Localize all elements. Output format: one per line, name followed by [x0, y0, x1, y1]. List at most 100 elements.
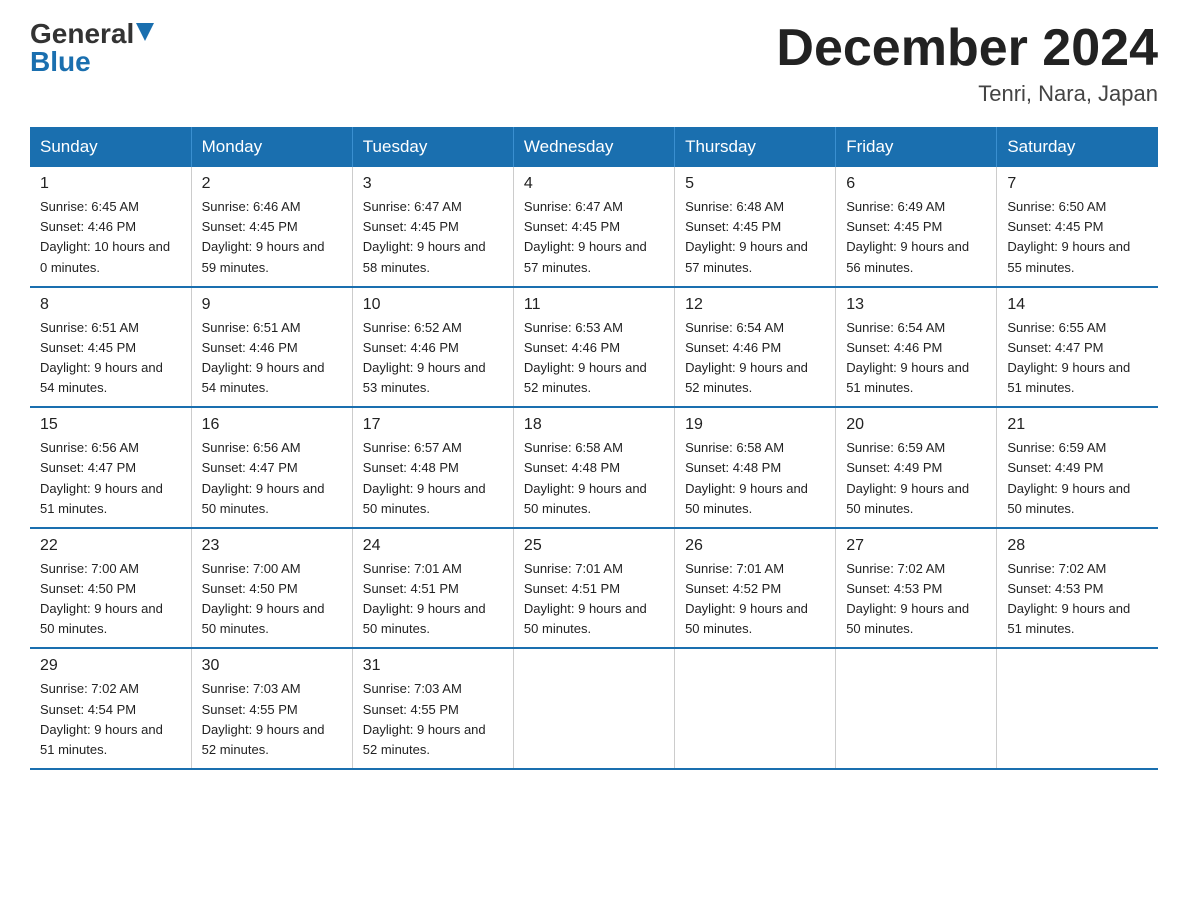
day-number: 21	[1007, 416, 1148, 434]
calendar-cell: 28 Sunrise: 7:02 AMSunset: 4:53 PMDaylig…	[997, 528, 1158, 649]
calendar-cell: 11 Sunrise: 6:53 AMSunset: 4:46 PMDaylig…	[513, 287, 674, 408]
calendar-table: Sunday Monday Tuesday Wednesday Thursday…	[30, 127, 1158, 770]
day-info: Sunrise: 6:56 AMSunset: 4:47 PMDaylight:…	[40, 438, 181, 519]
calendar-header-row: Sunday Monday Tuesday Wednesday Thursday…	[30, 127, 1158, 167]
calendar-week-row: 22 Sunrise: 7:00 AMSunset: 4:50 PMDaylig…	[30, 528, 1158, 649]
calendar-cell: 12 Sunrise: 6:54 AMSunset: 4:46 PMDaylig…	[675, 287, 836, 408]
day-number: 15	[40, 416, 181, 434]
day-info: Sunrise: 6:45 AMSunset: 4:46 PMDaylight:…	[40, 197, 181, 278]
calendar-cell: 29 Sunrise: 7:02 AMSunset: 4:54 PMDaylig…	[30, 648, 191, 769]
calendar-cell: 20 Sunrise: 6:59 AMSunset: 4:49 PMDaylig…	[836, 407, 997, 528]
col-thursday: Thursday	[675, 127, 836, 167]
day-info: Sunrise: 6:51 AMSunset: 4:45 PMDaylight:…	[40, 318, 181, 399]
day-number: 16	[202, 416, 342, 434]
calendar-cell: 7 Sunrise: 6:50 AMSunset: 4:45 PMDayligh…	[997, 167, 1158, 287]
day-info: Sunrise: 7:00 AMSunset: 4:50 PMDaylight:…	[202, 559, 342, 640]
col-friday: Friday	[836, 127, 997, 167]
day-number: 2	[202, 175, 342, 193]
day-info: Sunrise: 6:52 AMSunset: 4:46 PMDaylight:…	[363, 318, 503, 399]
calendar-cell: 31 Sunrise: 7:03 AMSunset: 4:55 PMDaylig…	[352, 648, 513, 769]
day-number: 6	[846, 175, 986, 193]
calendar-cell: 30 Sunrise: 7:03 AMSunset: 4:55 PMDaylig…	[191, 648, 352, 769]
col-sunday: Sunday	[30, 127, 191, 167]
day-info: Sunrise: 6:54 AMSunset: 4:46 PMDaylight:…	[685, 318, 825, 399]
day-info: Sunrise: 6:54 AMSunset: 4:46 PMDaylight:…	[846, 318, 986, 399]
day-number: 13	[846, 296, 986, 314]
calendar-cell: 24 Sunrise: 7:01 AMSunset: 4:51 PMDaylig…	[352, 528, 513, 649]
calendar-cell: 25 Sunrise: 7:01 AMSunset: 4:51 PMDaylig…	[513, 528, 674, 649]
day-info: Sunrise: 7:01 AMSunset: 4:51 PMDaylight:…	[363, 559, 503, 640]
day-number: 31	[363, 657, 503, 675]
day-number: 27	[846, 537, 986, 555]
day-info: Sunrise: 7:03 AMSunset: 4:55 PMDaylight:…	[363, 679, 503, 760]
logo-general-text: General	[30, 20, 134, 48]
calendar-cell: 23 Sunrise: 7:00 AMSunset: 4:50 PMDaylig…	[191, 528, 352, 649]
calendar-cell: 5 Sunrise: 6:48 AMSunset: 4:45 PMDayligh…	[675, 167, 836, 287]
day-number: 25	[524, 537, 664, 555]
day-info: Sunrise: 6:55 AMSunset: 4:47 PMDaylight:…	[1007, 318, 1148, 399]
day-info: Sunrise: 6:47 AMSunset: 4:45 PMDaylight:…	[524, 197, 664, 278]
calendar-week-row: 15 Sunrise: 6:56 AMSunset: 4:47 PMDaylig…	[30, 407, 1158, 528]
day-info: Sunrise: 6:57 AMSunset: 4:48 PMDaylight:…	[363, 438, 503, 519]
day-info: Sunrise: 7:03 AMSunset: 4:55 PMDaylight:…	[202, 679, 342, 760]
day-number: 1	[40, 175, 181, 193]
day-info: Sunrise: 6:58 AMSunset: 4:48 PMDaylight:…	[524, 438, 664, 519]
day-info: Sunrise: 6:59 AMSunset: 4:49 PMDaylight:…	[846, 438, 986, 519]
col-tuesday: Tuesday	[352, 127, 513, 167]
calendar-cell: 22 Sunrise: 7:00 AMSunset: 4:50 PMDaylig…	[30, 528, 191, 649]
calendar-cell: 6 Sunrise: 6:49 AMSunset: 4:45 PMDayligh…	[836, 167, 997, 287]
day-number: 17	[363, 416, 503, 434]
day-info: Sunrise: 6:46 AMSunset: 4:45 PMDaylight:…	[202, 197, 342, 278]
day-info: Sunrise: 7:02 AMSunset: 4:53 PMDaylight:…	[1007, 559, 1148, 640]
day-info: Sunrise: 6:51 AMSunset: 4:46 PMDaylight:…	[202, 318, 342, 399]
day-number: 11	[524, 296, 664, 314]
day-info: Sunrise: 7:00 AMSunset: 4:50 PMDaylight:…	[40, 559, 181, 640]
calendar-cell: 21 Sunrise: 6:59 AMSunset: 4:49 PMDaylig…	[997, 407, 1158, 528]
calendar-cell: 19 Sunrise: 6:58 AMSunset: 4:48 PMDaylig…	[675, 407, 836, 528]
day-info: Sunrise: 6:56 AMSunset: 4:47 PMDaylight:…	[202, 438, 342, 519]
day-info: Sunrise: 7:01 AMSunset: 4:52 PMDaylight:…	[685, 559, 825, 640]
day-info: Sunrise: 6:49 AMSunset: 4:45 PMDaylight:…	[846, 197, 986, 278]
day-info: Sunrise: 6:47 AMSunset: 4:45 PMDaylight:…	[363, 197, 503, 278]
calendar-cell: 18 Sunrise: 6:58 AMSunset: 4:48 PMDaylig…	[513, 407, 674, 528]
day-info: Sunrise: 7:01 AMSunset: 4:51 PMDaylight:…	[524, 559, 664, 640]
day-number: 12	[685, 296, 825, 314]
day-info: Sunrise: 6:48 AMSunset: 4:45 PMDaylight:…	[685, 197, 825, 278]
calendar-cell	[675, 648, 836, 769]
calendar-cell: 9 Sunrise: 6:51 AMSunset: 4:46 PMDayligh…	[191, 287, 352, 408]
day-number: 19	[685, 416, 825, 434]
day-info: Sunrise: 6:53 AMSunset: 4:46 PMDaylight:…	[524, 318, 664, 399]
location-text: Tenri, Nara, Japan	[776, 81, 1158, 107]
calendar-cell: 10 Sunrise: 6:52 AMSunset: 4:46 PMDaylig…	[352, 287, 513, 408]
calendar-cell: 8 Sunrise: 6:51 AMSunset: 4:45 PMDayligh…	[30, 287, 191, 408]
day-number: 28	[1007, 537, 1148, 555]
day-number: 20	[846, 416, 986, 434]
logo-blue-text: Blue	[30, 48, 154, 76]
calendar-cell: 3 Sunrise: 6:47 AMSunset: 4:45 PMDayligh…	[352, 167, 513, 287]
calendar-cell: 15 Sunrise: 6:56 AMSunset: 4:47 PMDaylig…	[30, 407, 191, 528]
calendar-cell: 16 Sunrise: 6:56 AMSunset: 4:47 PMDaylig…	[191, 407, 352, 528]
calendar-cell: 13 Sunrise: 6:54 AMSunset: 4:46 PMDaylig…	[836, 287, 997, 408]
calendar-cell: 1 Sunrise: 6:45 AMSunset: 4:46 PMDayligh…	[30, 167, 191, 287]
col-saturday: Saturday	[997, 127, 1158, 167]
day-number: 30	[202, 657, 342, 675]
logo-triangle-icon	[136, 23, 154, 41]
calendar-week-row: 29 Sunrise: 7:02 AMSunset: 4:54 PMDaylig…	[30, 648, 1158, 769]
day-number: 29	[40, 657, 181, 675]
day-number: 26	[685, 537, 825, 555]
day-number: 24	[363, 537, 503, 555]
logo: General Blue	[30, 20, 154, 76]
col-wednesday: Wednesday	[513, 127, 674, 167]
calendar-cell: 17 Sunrise: 6:57 AMSunset: 4:48 PMDaylig…	[352, 407, 513, 528]
day-number: 5	[685, 175, 825, 193]
calendar-cell	[513, 648, 674, 769]
col-monday: Monday	[191, 127, 352, 167]
day-info: Sunrise: 7:02 AMSunset: 4:54 PMDaylight:…	[40, 679, 181, 760]
calendar-cell: 2 Sunrise: 6:46 AMSunset: 4:45 PMDayligh…	[191, 167, 352, 287]
page-header: General Blue December 2024 Tenri, Nara, …	[30, 20, 1158, 107]
day-number: 14	[1007, 296, 1148, 314]
calendar-week-row: 8 Sunrise: 6:51 AMSunset: 4:45 PMDayligh…	[30, 287, 1158, 408]
day-number: 23	[202, 537, 342, 555]
day-info: Sunrise: 6:59 AMSunset: 4:49 PMDaylight:…	[1007, 438, 1148, 519]
day-info: Sunrise: 6:50 AMSunset: 4:45 PMDaylight:…	[1007, 197, 1148, 278]
